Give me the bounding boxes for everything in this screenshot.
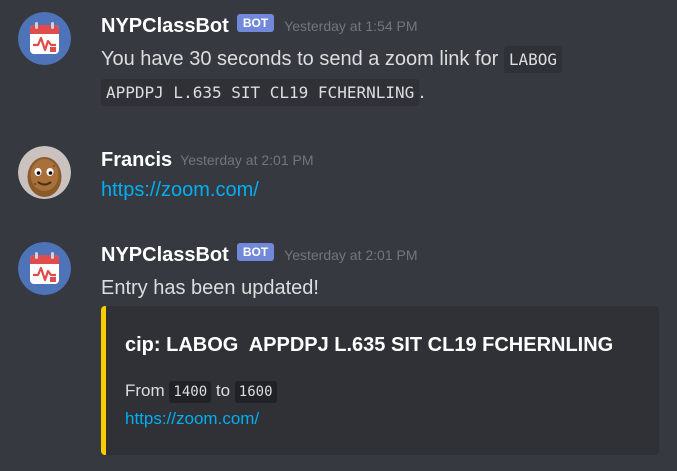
to-time: 1600 <box>234 381 277 403</box>
embed-card: cip: LABOG APPDPJ L.635 SIT CL19 FCHERNL… <box>101 306 659 455</box>
inline-code: LABOG <box>503 46 563 73</box>
embed-zoom-link[interactable]: https://zoom.com/ <box>125 406 259 432</box>
zoom-link[interactable]: https://zoom.com/ <box>101 179 259 201</box>
bot-badge: BOT <box>236 14 275 32</box>
username[interactable]: NYPClassBot <box>101 15 229 38</box>
chat-messages: NYPClassBot BOT Yesterday at 1:54 PM You… <box>0 0 677 471</box>
timestamp: Yesterday at 2:01 PM <box>180 152 314 168</box>
from-label: From <box>125 381 165 400</box>
bot-badge: BOT <box>236 243 275 261</box>
bot-avatar[interactable] <box>18 242 71 295</box>
timestamp: Yesterday at 2:01 PM <box>284 247 418 263</box>
timestamp: Yesterday at 1:54 PM <box>284 18 418 34</box>
calendar-icon <box>18 242 71 295</box>
from-time: 1400 <box>169 381 212 403</box>
to-label: to <box>215 381 231 400</box>
message-text: You have 30 seconds to send a zoom link … <box>101 48 504 70</box>
message-text: . <box>419 81 425 103</box>
potato-avatar <box>18 146 71 199</box>
message-content: You have 30 seconds to send a zoom link … <box>101 44 563 108</box>
embed-description: From 1400 to 1600 <box>125 378 277 405</box>
username[interactable]: NYPClassBot <box>101 244 229 267</box>
message-text: Entry has been updated! <box>101 277 319 299</box>
calendar-icon <box>18 12 71 65</box>
bot-avatar[interactable] <box>18 12 71 65</box>
embed-title: cip: LABOG APPDPJ L.635 SIT CL19 FCHERNL… <box>125 334 614 356</box>
embed-accent-bar <box>101 306 106 455</box>
inline-code: APPDPJ L.635 SIT CL19 FCHERNLING <box>101 79 420 106</box>
username[interactable]: Francis <box>101 149 172 172</box>
user-avatar[interactable] <box>18 146 71 199</box>
